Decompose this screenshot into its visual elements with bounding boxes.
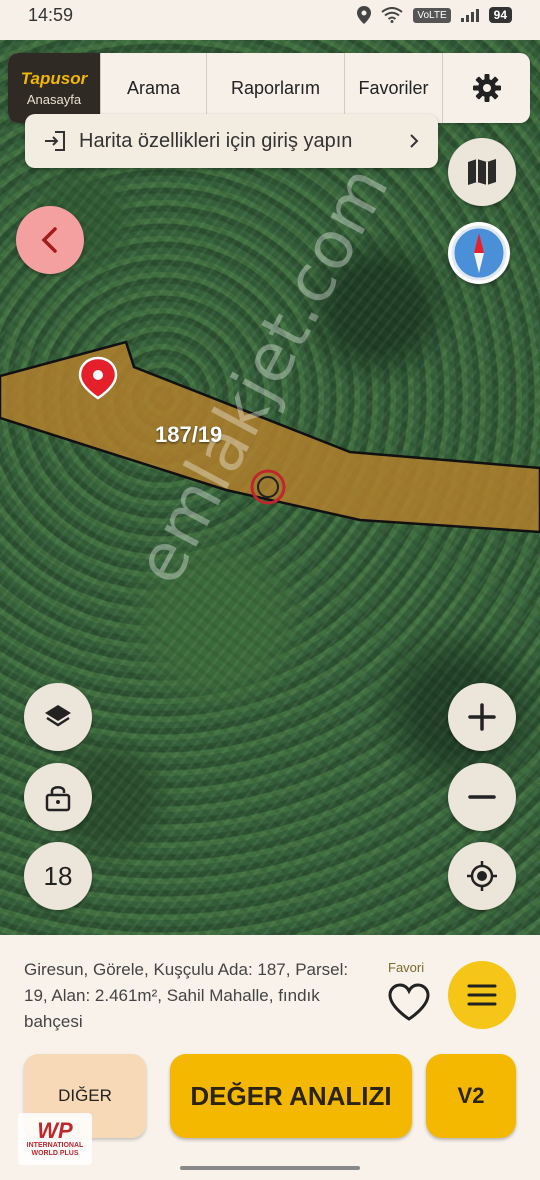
map-type-button[interactable] (448, 138, 516, 206)
compass-icon (451, 225, 507, 281)
favorite-label: Favori (388, 960, 425, 975)
zoom-in-button[interactable] (448, 683, 516, 751)
back-button[interactable] (16, 206, 84, 274)
volte-badge: VoLTE (413, 7, 451, 23)
compass-button[interactable] (448, 222, 510, 284)
logo-subtitle: Anasayfa (26, 92, 82, 107)
lock-button[interactable] (24, 763, 92, 831)
login-banner-text: Harita özellikleri için giriş yapın (79, 129, 353, 152)
heart-icon (388, 983, 430, 1021)
value-analysis-button[interactable]: DEĞER ANALIZI (170, 1054, 412, 1138)
wp-logo-line2: WORLD PLUS (31, 1150, 79, 1157)
zoom-out-button[interactable] (448, 763, 516, 831)
favorite-button[interactable] (386, 979, 432, 1025)
app-screen: 14:59 VoLTE 94 187/19 emlakjet.com Tapus… (0, 0, 540, 1180)
wp-watermark-logo: WP INTERNATIONAL WORLD PLUS (18, 1113, 92, 1165)
nav-favorites[interactable]: Favoriler (344, 53, 442, 123)
menu-button[interactable] (448, 961, 516, 1029)
login-banner[interactable]: Harita özellikleri için giriş yapın (25, 114, 438, 168)
plus-icon (468, 703, 496, 731)
top-navigation: Tapusor Anasayfa Arama Raporlarım Favori… (8, 53, 530, 123)
location-status-icon (357, 6, 372, 24)
my-location-button[interactable] (448, 842, 516, 910)
status-icons: VoLTE 94 (357, 6, 512, 24)
chevron-right-icon (410, 134, 419, 148)
wp-logo-mark: WP (37, 1118, 73, 1143)
login-icon (45, 131, 65, 151)
logo-title: Tapusor (20, 69, 88, 88)
home-indicator[interactable] (180, 1166, 360, 1170)
back-arrow-icon (41, 227, 57, 253)
battery-badge: 94 (488, 7, 512, 23)
signal-icon (460, 8, 479, 22)
locate-icon (467, 861, 497, 891)
parcel-info-text: Giresun, Görele, Kuşçulu Ada: 187, Parse… (24, 960, 349, 1031)
layers-button[interactable] (24, 683, 92, 751)
wp-logo-line1: INTERNATIONAL (26, 1142, 84, 1149)
home-logo-button[interactable]: Tapusor Anasayfa (8, 53, 100, 123)
lock-icon (45, 786, 71, 812)
wifi-icon (381, 7, 403, 23)
map-icon (468, 159, 496, 185)
layers-icon (45, 705, 71, 727)
status-bar: 14:59 VoLTE 94 (0, 0, 540, 30)
nav-search[interactable]: Arama (100, 53, 206, 123)
settings-button[interactable] (442, 53, 530, 123)
gear-icon (472, 74, 501, 102)
nav-reports[interactable]: Raporlarım (206, 53, 344, 123)
v2-button[interactable]: V2 (426, 1054, 516, 1138)
minus-icon (468, 795, 496, 799)
zoom-level-indicator: 18 (24, 842, 92, 910)
menu-icon (467, 984, 497, 1006)
status-time: 14:59 (28, 4, 74, 25)
